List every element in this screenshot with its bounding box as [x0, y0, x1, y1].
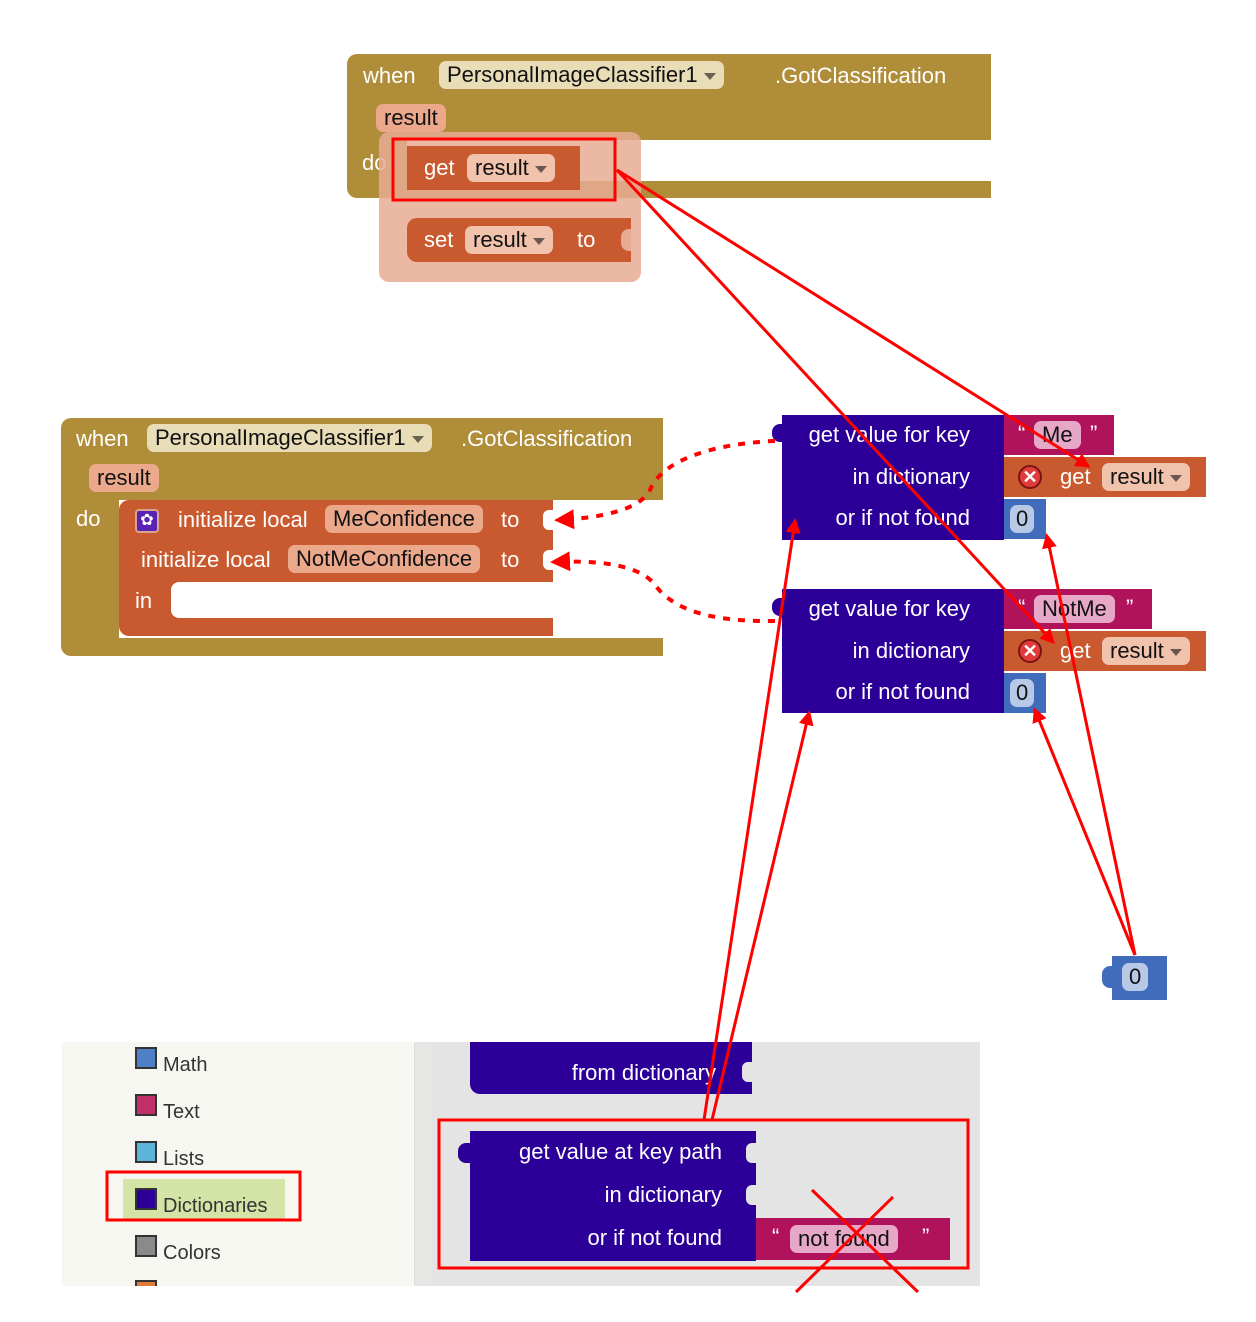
key-label: get value for key [808, 422, 970, 447]
get-label: get [424, 155, 455, 180]
set-var-dropdown[interactable]: result [465, 226, 553, 254]
dict-label: in dictionary [852, 638, 970, 663]
get-result-block-notme[interactable]: ✕ get result [1004, 631, 1206, 671]
keypath-socket[interactable] [746, 1143, 756, 1163]
keypath-dict-label: in dictionary [604, 1182, 722, 1207]
keypath-notfound-label: or if not found [587, 1225, 722, 1250]
get-label: get [1060, 464, 1091, 489]
event-param-result[interactable]: result [376, 104, 446, 132]
math-color-swatch [135, 1047, 157, 1069]
dict-get-block-notme[interactable]: get value for key in dictionary or if no… [772, 589, 1004, 713]
category-partial-swatch [135, 1280, 157, 1286]
mutator-gear-icon[interactable]: ✿ [135, 509, 159, 533]
output-plug [772, 424, 786, 442]
init1-socket[interactable] [543, 510, 553, 530]
set-label: set [424, 227, 454, 252]
number-block-notme[interactable]: 0 [1004, 673, 1046, 713]
category-label: Text [163, 1101, 200, 1123]
error-icon: ✕ [1018, 639, 1042, 663]
dictionaries-color-swatch [135, 1188, 157, 1210]
get-var-dropdown[interactable]: result [1102, 637, 1190, 665]
number-value[interactable]: 0 [1010, 505, 1035, 533]
loose-number-block[interactable]: 0 [1102, 956, 1167, 1000]
palette-scrollbar[interactable] [414, 1042, 432, 1286]
notfound-text-value[interactable]: not found [790, 1225, 898, 1253]
output-plug [1102, 966, 1116, 988]
do-label: do [76, 506, 101, 531]
dict-get-block-me[interactable]: get value for key in dictionary or if no… [772, 415, 1004, 540]
init1-label: initialize local [178, 507, 308, 532]
category-label: Dictionaries [163, 1195, 268, 1217]
flyout-remove-entry-block[interactable]: from dictionary [470, 1042, 752, 1094]
in-slot[interactable] [171, 582, 553, 618]
set-result-block[interactable]: set result to [407, 218, 631, 262]
dict-label: in dictionary [852, 464, 970, 489]
category-math[interactable]: Math [135, 1046, 207, 1076]
category-lists[interactable]: Lists [135, 1140, 204, 1170]
category-label: Math [163, 1054, 208, 1076]
variable-popup: get result set result to [379, 132, 641, 282]
quote-open: “ [1018, 421, 1026, 446]
error-icon: ✕ [1018, 465, 1042, 489]
colors-color-swatch [135, 1235, 157, 1257]
when-label: when [76, 426, 129, 451]
quote-close: ” [922, 1224, 930, 1249]
get-result-block-me[interactable]: ✕ get result [1004, 457, 1206, 497]
get-var-dropdown[interactable]: result [467, 154, 555, 182]
event-param-result[interactable]: result [89, 464, 159, 492]
text-value-me[interactable]: Me [1034, 421, 1081, 449]
component-dropdown[interactable]: PersonalImageClassifier1 [439, 61, 724, 89]
main-event-block[interactable]: when PersonalImageClassifier1 .GotClassi… [61, 418, 663, 656]
quote-open: “ [772, 1224, 780, 1249]
get-label: get [1060, 638, 1091, 663]
notfound-label: or if not found [835, 679, 970, 704]
notfound-label: or if not found [835, 505, 970, 530]
output-plug [458, 1143, 472, 1163]
blocks-palette [62, 1042, 414, 1286]
text-color-swatch [135, 1094, 157, 1116]
lists-color-swatch [135, 1141, 157, 1163]
event-name-label: .GotClassification [461, 426, 633, 451]
in-label: in [135, 588, 153, 613]
init1-to-label: to [501, 507, 520, 532]
init2-socket[interactable] [543, 550, 553, 570]
text-block-notme[interactable]: “ NotMe ” [1004, 589, 1152, 629]
number-value[interactable]: 0 [1010, 679, 1035, 707]
output-plug [772, 598, 786, 616]
get-var-dropdown[interactable]: result [1102, 463, 1190, 491]
category-label: Colors [163, 1242, 221, 1264]
category-label: Lists [163, 1148, 205, 1170]
key-label: get value for key [808, 596, 970, 621]
category-text[interactable]: Text [135, 1093, 200, 1123]
event-name-label: .GotClassification [775, 63, 947, 88]
category-colors[interactable]: Colors [135, 1234, 221, 1264]
flyout-notfound-text-block[interactable]: “ not found ” [756, 1218, 950, 1260]
arrow-get-to-notme [615, 168, 1056, 645]
initialize-local-block[interactable]: ✿ initialize local MeConfidence to initi… [119, 500, 553, 636]
init2-to-label: to [501, 547, 520, 572]
number-value[interactable]: 0 [1122, 963, 1149, 991]
when-label: when [363, 63, 416, 88]
number-block-me[interactable]: 0 [1004, 499, 1046, 539]
init2-label: initialize local [141, 547, 271, 572]
keypath-dict-socket[interactable] [746, 1185, 756, 1205]
text-block-me[interactable]: “ Me ” [1004, 415, 1114, 455]
quote-close: ” [1090, 421, 1098, 446]
get-result-block[interactable]: get result [407, 146, 580, 190]
init1-var-name[interactable]: MeConfidence [325, 505, 483, 533]
category-dictionaries[interactable]: Dictionaries [135, 1187, 267, 1217]
flyout-keypath-block[interactable]: get value at key path in dictionary or i… [458, 1131, 756, 1261]
keypath-label: get value at key path [518, 1139, 722, 1164]
quote-open: “ [1018, 595, 1026, 620]
text-value-notme[interactable]: NotMe [1034, 595, 1115, 623]
component-dropdown[interactable]: PersonalImageClassifier1 [147, 424, 432, 452]
arrow-zero-to-notme [1032, 707, 1137, 956]
init2-var-name[interactable]: NotMeConfidence [288, 545, 481, 573]
set-to-label: to [577, 227, 596, 252]
from-dict-label: from dictionary [571, 1060, 716, 1085]
quote-close: ” [1126, 595, 1134, 620]
